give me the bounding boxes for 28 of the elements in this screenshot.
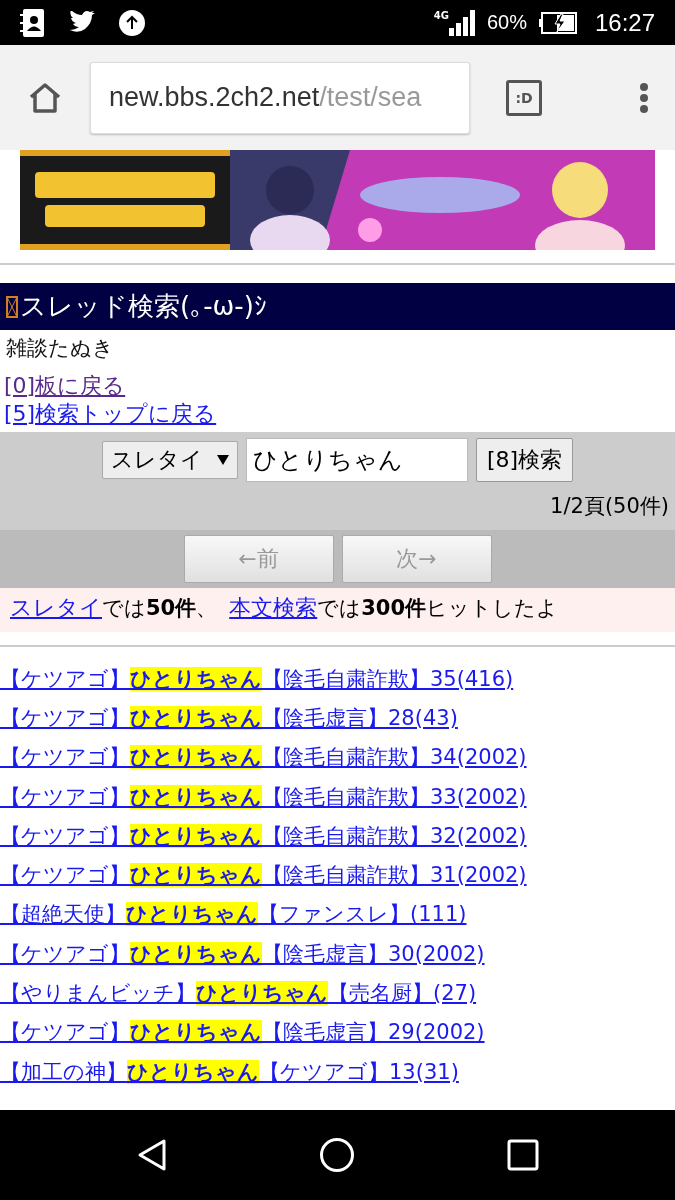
caret-icon [216, 455, 229, 465]
network-label: 4G [433, 9, 449, 22]
summary-text: では50件、 [102, 595, 218, 622]
page-title: スレッド検索(｡-ω-)ｼ [20, 290, 267, 323]
summary-text: では300件ヒットしたよ [317, 595, 559, 622]
bird-icon [68, 10, 96, 35]
summary-link[interactable]: スレタイ [10, 594, 102, 622]
search-button[interactable]: [8]検索 [475, 438, 574, 482]
missing-glyph-icon [6, 295, 18, 318]
signal-icon [448, 9, 475, 36]
upload-icon [118, 8, 146, 37]
board-name: 雑談たぬき [5, 335, 115, 362]
nav-link[interactable]: [0]板に戻る [4, 372, 126, 400]
search-mode-dropdown[interactable]: スレタイ [101, 441, 238, 479]
contacts-icon [20, 7, 46, 38]
recents-icon[interactable] [507, 1139, 540, 1171]
address-bar[interactable]: new.bbs.2ch2.net/test/sea [90, 61, 470, 134]
home-icon[interactable] [28, 81, 62, 114]
clock: 16:27 [594, 8, 655, 37]
menu-icon[interactable] [639, 81, 649, 114]
search-field[interactable]: ひとりちゃん [245, 438, 468, 482]
battery-icon [538, 10, 577, 35]
home-button-icon[interactable] [319, 1137, 356, 1173]
nav-link[interactable]: [5]検索トップに戻る [4, 400, 217, 428]
page-count: 1/2頁(50件) [550, 494, 669, 518]
battery-percent: 60% [486, 11, 527, 34]
summary-link[interactable]: 本文検索 [229, 594, 318, 622]
tab-switcher-button[interactable]: :D [506, 79, 542, 116]
